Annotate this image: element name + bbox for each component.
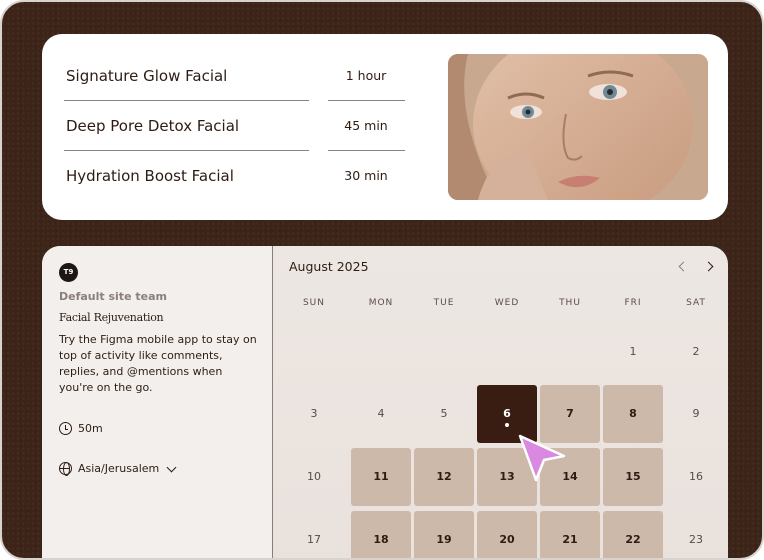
weekday-label: MON (368, 298, 394, 308)
calendar: August 2025 SUN MON TUE WED THU FRI SAT 1 2 3 4 5 6 7… (274, 246, 728, 558)
calendar-day[interactable]: 22 (603, 511, 663, 558)
calendar-day: 3 (310, 407, 318, 420)
calendar-day: 9 (692, 407, 700, 420)
event-description: Try the Figma mobile app to stay on top … (59, 333, 257, 394)
weekday-label: WED (494, 298, 520, 308)
calendar-day: 23 (689, 533, 703, 546)
calendar-day[interactable]: 19 (414, 511, 474, 558)
calendar-day: 10 (307, 470, 321, 483)
service-name: Hydration Boost Facial (66, 167, 234, 185)
calendar-day[interactable]: 8 (603, 385, 663, 443)
duration-label: 50m (78, 422, 103, 435)
weekday-label: THU (559, 298, 581, 308)
team-avatar: T9 (59, 263, 78, 282)
calendar-day[interactable]: 15 (603, 448, 663, 506)
calendar-day: 4 (377, 407, 385, 420)
service-duration: 30 min (344, 168, 388, 183)
calendar-day[interactable]: 12 (414, 448, 474, 506)
clock-icon (59, 422, 72, 435)
timezone-label: Asia/Jerusalem (78, 462, 160, 475)
weekday-label: SUN (302, 298, 326, 308)
services-card: Signature Glow Facial 1 hour Deep Pore D… (42, 34, 728, 220)
chevron-left-icon[interactable] (678, 261, 689, 272)
timezone-select[interactable]: Asia/Jerusalem (59, 461, 199, 477)
weekday-label: SAT (686, 298, 706, 308)
team-name: Default site team (59, 290, 167, 303)
service-duration: 1 hour (345, 68, 387, 83)
calendar-day: 5 (440, 407, 448, 420)
calendar-day: 2 (692, 345, 700, 358)
globe-icon (59, 462, 72, 476)
chevron-down-icon (166, 462, 177, 473)
service-row[interactable]: Signature Glow Facial 1 hour (64, 51, 406, 101)
calendar-day: 17 (307, 533, 321, 546)
portrait-illustration (448, 54, 708, 200)
cursor-arrow-icon (518, 434, 566, 482)
calendar-day[interactable]: 21 (540, 511, 600, 558)
app-frame: Signature Glow Facial 1 hour Deep Pore D… (0, 0, 764, 560)
calendar-day: 1 (629, 345, 637, 358)
calendar-day[interactable]: 20 (477, 511, 537, 558)
service-duration: 45 min (344, 118, 388, 133)
weekday-label: TUE (433, 298, 455, 308)
service-name: Signature Glow Facial (66, 67, 228, 85)
month-label: August 2025 (289, 259, 369, 274)
weekday-label: FRI (624, 298, 642, 308)
event-details: T9 Default site team Facial Rejuvenation… (42, 246, 273, 558)
calendar-day: 16 (689, 470, 703, 483)
chevron-right-icon[interactable] (703, 261, 714, 272)
calendar-day[interactable]: 11 (351, 448, 411, 506)
event-title: Facial Rejuvenation (59, 311, 164, 324)
service-row[interactable]: Deep Pore Detox Facial 45 min (64, 101, 406, 151)
service-name: Deep Pore Detox Facial (66, 117, 240, 135)
booking-panel: T9 Default site team Facial Rejuvenation… (42, 246, 728, 558)
calendar-day[interactable]: 18 (351, 511, 411, 558)
service-row[interactable]: Hydration Boost Facial 30 min (64, 151, 406, 201)
portrait-photo (448, 54, 708, 200)
